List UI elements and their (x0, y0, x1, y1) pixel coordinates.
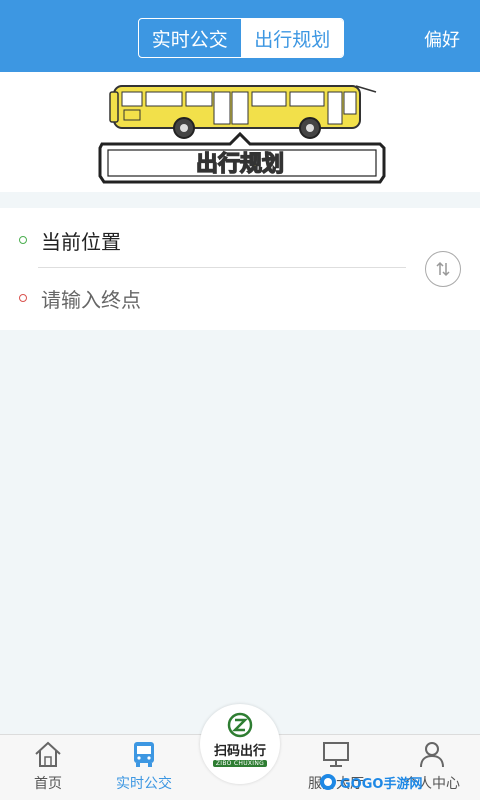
mode-segmented-control: 实时公交 出行规划 (138, 18, 344, 58)
person-icon (416, 739, 448, 769)
bus-illustration: 出行规划 (98, 85, 386, 184)
scan-travel-sublabel: ZIBO CHUXING (212, 760, 268, 767)
preference-button[interactable]: 偏好 (424, 26, 460, 52)
nav-home-label: 首页 (34, 776, 62, 792)
scan-travel-label: 扫码出行 (213, 744, 266, 759)
origin-text: 当前位置 (41, 229, 121, 254)
destination-placeholder: 请输入终点 (41, 287, 141, 312)
zibo-logo-icon (227, 712, 253, 738)
origin-dot-icon (19, 236, 27, 244)
top-bar: 实时公交 出行规划 偏好 (0, 0, 480, 72)
banner: 出行规划 (0, 72, 480, 192)
watermark: GOGO手游网 (318, 770, 426, 794)
tab-trip-planning[interactable]: 出行规划 (241, 19, 343, 57)
banner-title: 出行规划 (196, 151, 284, 177)
divider (38, 267, 406, 268)
monitor-icon (320, 739, 352, 769)
origin-field[interactable]: 当前位置 (0, 212, 420, 268)
watermark-logo-icon (320, 774, 336, 790)
nav-realtime-bus[interactable]: 实时公交 (96, 739, 192, 797)
scan-travel-button[interactable]: 扫码出行 ZIBO CHUXING (200, 704, 280, 784)
destination-dot-icon (19, 294, 27, 302)
nav-realtime-bus-label: 实时公交 (116, 776, 172, 792)
watermark-text: GOGO手游网 (340, 776, 423, 792)
route-input-card: 当前位置 请输入终点 (0, 208, 480, 330)
destination-field[interactable]: 请输入终点 (0, 270, 420, 326)
bus-icon (128, 739, 160, 769)
swap-button[interactable] (425, 251, 461, 287)
nav-home[interactable]: 首页 (0, 739, 96, 797)
swap-icon (436, 261, 450, 277)
tab-realtime-bus[interactable]: 实时公交 (139, 19, 242, 57)
home-icon (32, 739, 64, 769)
